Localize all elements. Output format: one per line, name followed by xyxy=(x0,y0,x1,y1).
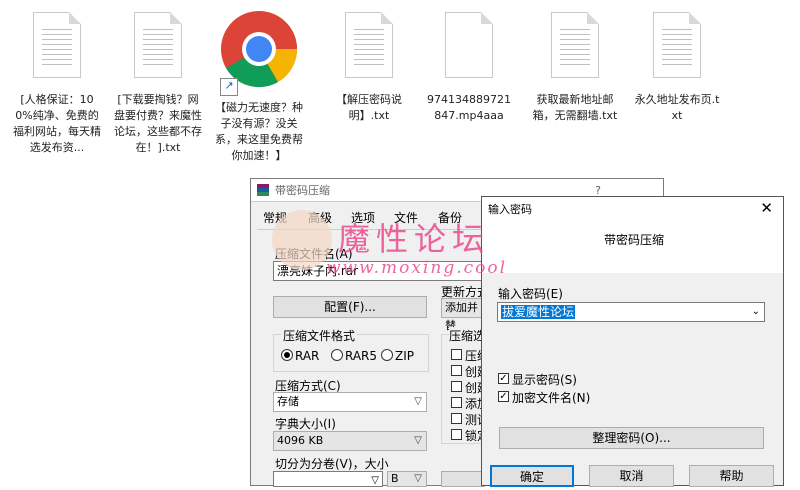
dict-select[interactable]: 4096 KB ▽ xyxy=(273,431,427,451)
option-checkbox[interactable] xyxy=(451,429,462,440)
option-checkbox[interactable] xyxy=(451,349,462,360)
dict-label: 字典大小(I) xyxy=(275,417,336,431)
desktop-file-6[interactable]: 获取最新地址邮箱，无需翻墙.txt xyxy=(530,12,620,124)
text-file-icon xyxy=(653,12,701,78)
password-label: 输入密码(E) xyxy=(498,287,563,301)
dialog-title: 输入密码 xyxy=(488,203,532,216)
dialog-subtitle: 带密码压缩 xyxy=(604,233,665,247)
shortcut-arrow-icon: ↗ xyxy=(220,78,238,96)
desktop-file-4[interactable]: 【解压密码说明】.txt xyxy=(324,12,414,124)
show-password-checkbox[interactable]: ✓ xyxy=(498,373,509,384)
close-icon[interactable]: ✕ xyxy=(760,199,773,217)
split-label: 切分为分卷(V)，大小 xyxy=(275,457,389,471)
encrypt-names-label: 加密文件名(N) xyxy=(512,391,591,405)
update-mode-select[interactable]: 添加并替 xyxy=(441,298,485,332)
desktop-file-5[interactable]: 974134889721847.mp4aaa xyxy=(424,12,514,124)
option-checkbox[interactable] xyxy=(451,381,462,392)
file-label: [人格保证：100%纯净、免费的福利网站，每天精选发布资... xyxy=(13,93,101,154)
window-title: 带密码压缩 xyxy=(275,184,330,197)
desktop-file-1[interactable]: [人格保证：100%纯净、免费的福利网站，每天精选发布资... xyxy=(12,12,102,156)
encrypt-names-checkbox[interactable]: ✓ xyxy=(498,391,509,402)
text-file-icon xyxy=(134,12,182,78)
show-password-label: 显示密码(S) xyxy=(512,373,577,387)
chevron-down-icon: ▽ xyxy=(371,475,379,486)
options-group-label: 压缩选 xyxy=(449,327,486,344)
option-checkbox[interactable] xyxy=(451,365,462,376)
tab-backup[interactable]: 备份 xyxy=(438,209,462,226)
format-zip-radio[interactable]: ZIP xyxy=(381,349,414,363)
dialog-title-bar: 输入密码 ✕ xyxy=(482,197,783,221)
format-rar5-radio[interactable]: RAR5 xyxy=(331,349,377,363)
file-label: 永久地址发布页.txt xyxy=(634,93,720,122)
file-label: 【解压密码说明】.txt xyxy=(336,93,402,122)
text-file-icon xyxy=(551,12,599,78)
desktop-file-7[interactable]: 永久地址发布页.txt xyxy=(632,12,722,124)
format-group-label: 压缩文件格式 xyxy=(281,327,358,344)
help-button[interactable]: 帮助 xyxy=(689,465,774,487)
organize-passwords-button[interactable]: 整理密码(O)... xyxy=(499,427,764,449)
chrome-icon: ↗ xyxy=(218,8,300,96)
chevron-down-icon: ▽ xyxy=(414,435,422,446)
file-label: 974134889721847.mp4aaa xyxy=(427,93,511,122)
file-label: [下载要掏钱？网盘要付费？来魔性论坛，这些都不存在！].txt xyxy=(114,93,202,154)
desktop-shortcut-chrome[interactable]: ↗ 【磁力无速度？种子没有源？没关系，来这里免费帮你加速！】 xyxy=(214,8,304,164)
blank-file-icon xyxy=(445,12,493,78)
chevron-down-icon[interactable]: ⌄ xyxy=(752,303,760,321)
help-button[interactable]: ? xyxy=(595,184,601,197)
format-rar-radio[interactable]: RAR xyxy=(281,349,319,363)
method-select[interactable]: 存储 ▽ xyxy=(273,392,427,412)
split-unit-select[interactable]: B ▽ xyxy=(387,471,427,487)
text-file-icon xyxy=(345,12,393,78)
password-input[interactable]: 拔爱魔性论坛 ⌄ xyxy=(497,302,765,322)
tab-options[interactable]: 选项 xyxy=(351,209,375,226)
split-size-input[interactable]: ▽ xyxy=(273,471,383,487)
ok-button[interactable]: 确定 xyxy=(490,465,574,487)
tab-files[interactable]: 文件 xyxy=(394,209,418,226)
chevron-down-icon: ▽ xyxy=(414,473,422,484)
file-label: 【磁力无速度？种子没有源？没关系，来这里免费帮你加速！】 xyxy=(215,101,303,162)
option-checkbox[interactable] xyxy=(451,413,462,424)
password-dialog: 输入密码 ✕ 带密码压缩 输入密码(E) 拔爱魔性论坛 ⌄ ✓ 显示密码(S) … xyxy=(481,196,784,487)
winrar-icon xyxy=(257,184,269,196)
option-checkbox[interactable] xyxy=(451,397,462,408)
file-label: 获取最新地址邮箱，无需翻墙.txt xyxy=(532,93,618,122)
text-file-icon xyxy=(33,12,81,78)
chevron-down-icon: ▽ xyxy=(414,396,422,407)
desktop-file-2[interactable]: [下载要掏钱？网盘要付费？来魔性论坛，这些都不存在！].txt xyxy=(113,12,203,156)
profile-button[interactable]: 配置(F)... xyxy=(273,296,427,318)
watermark-logo xyxy=(272,210,332,270)
rar-ok-button[interactable] xyxy=(441,471,485,487)
cancel-button[interactable]: 取消 xyxy=(589,465,674,487)
